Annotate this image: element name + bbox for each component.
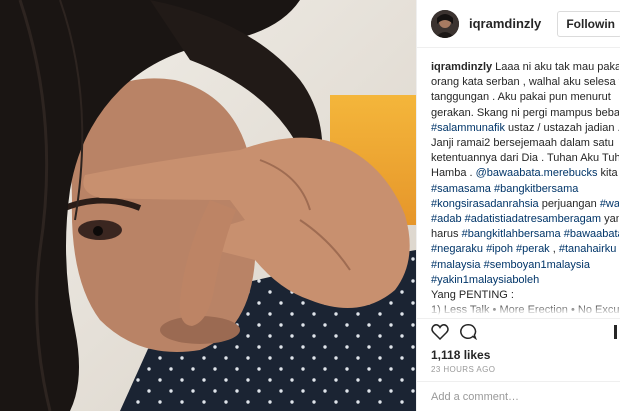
hashtag-link[interactable]: #perak bbox=[516, 243, 550, 255]
post-actions: 1,118 likes 23 HOURS AGO Add a comment… bbox=[417, 318, 620, 409]
caption-line: ketentuannya dari Dia . Tuhan Aku Tuhan bbox=[431, 151, 619, 166]
hashtag-link[interactable]: #kongsirasadanrahsia bbox=[431, 198, 539, 210]
caption-line: harus #bangkitlahbersama #bawaabata , bbox=[431, 227, 619, 242]
caption-line: #yakin1malaysiaboleh bbox=[431, 273, 619, 288]
caption-line: #negaraku #ipoh #perak , #tanahairku bbox=[431, 242, 619, 257]
comment-box[interactable]: Add a comment… bbox=[417, 381, 620, 412]
caption: iqramdinzly Laaa ni aku tak mau pakai oran… bbox=[431, 60, 619, 315]
caption-username[interactable]: iqramdinzly bbox=[431, 61, 492, 73]
caption-text: Laaa ni aku tak mau pakai bbox=[495, 61, 619, 73]
caption-line: iqramdinzly Laaa ni aku tak mau pakai bbox=[431, 60, 619, 75]
timestamp[interactable]: 23 HOURS AGO bbox=[431, 365, 495, 374]
hashtag-link[interactable]: #samasama bbox=[431, 183, 491, 195]
more-options-icon[interactable] bbox=[614, 325, 617, 339]
caption-text: perjuangan bbox=[538, 197, 600, 210]
photo-illustration bbox=[0, 0, 416, 411]
caption-text: Janji ramai2 bersejemaah dalam satu bbox=[431, 137, 614, 150]
hashtag-link[interactable]: #salammunafik bbox=[431, 122, 505, 134]
hashtag-link[interactable]: #tanahairku bbox=[559, 243, 617, 255]
post-photo[interactable] bbox=[0, 0, 416, 411]
hashtag-link[interactable]: #bangkitlahbersama bbox=[462, 228, 561, 240]
caption-line: #salammunafik ustaz / ustazah jadian . bbox=[431, 121, 619, 136]
caption-text: yang bbox=[604, 213, 619, 226]
comment-input[interactable]: Add a comment… bbox=[431, 391, 519, 403]
caption-line: #kongsirasadanrahsia perjuangan #warisan bbox=[431, 197, 619, 212]
caption-line: #malaysia #semboyan1malaysia bbox=[431, 258, 619, 273]
hashtag-link[interactable]: #bangkitbersama bbox=[494, 183, 578, 195]
caption-text: Hamba . bbox=[431, 167, 476, 180]
caption-text: orang kata serban , walhal aku selesa ta… bbox=[431, 76, 619, 89]
likes-count[interactable]: 1,118 likes bbox=[431, 348, 490, 362]
post-header: iqramdinzly Followin bbox=[417, 0, 620, 48]
caption-text: tanggungan . Aku pakai pun menurut bbox=[431, 91, 611, 104]
hashtag-link[interactable]: #negaraku bbox=[431, 243, 483, 255]
caption-line: Yang PENTING : bbox=[431, 288, 619, 303]
mention-link[interactable]: @bawaabata.merebucks bbox=[476, 167, 598, 179]
caption-line: gerakan. Skang ni pergi mampus beban , bbox=[431, 106, 619, 121]
hashtag-link[interactable]: #semboyan1malaysia bbox=[484, 259, 590, 271]
caption-line: orang kata serban , walhal aku selesa ta… bbox=[431, 75, 619, 90]
caption-text: ketentuannya dari Dia . Tuhan Aku Tuhan bbox=[431, 152, 619, 165]
hashtag-link[interactable]: #yakin1malaysiaboleh bbox=[431, 274, 539, 286]
heart-icon[interactable] bbox=[431, 323, 449, 345]
hashtag-link[interactable]: #adatistiadatresamberagam bbox=[465, 213, 601, 225]
caption-text: harus bbox=[431, 228, 462, 241]
caption-text: ustaz / ustazah jadian . bbox=[504, 121, 619, 134]
caption-line: #adab #adatistiadatresamberagam yang bbox=[431, 212, 619, 227]
hashtag-link[interactable]: #warisan bbox=[600, 198, 619, 210]
username[interactable]: iqramdinzly bbox=[469, 16, 541, 31]
avatar[interactable] bbox=[431, 9, 459, 38]
caption-line: #samasama #bangkitbersama bbox=[431, 182, 619, 197]
post-side-panel: iqramdinzly Followin iqramdinzly Laaa ni … bbox=[416, 0, 620, 411]
instagram-post: iqramdinzly Followin iqramdinzly Laaa ni … bbox=[0, 0, 620, 411]
caption-text: kita bbox=[597, 167, 618, 180]
caption-line: tanggungan . Aku pakai pun menurut bbox=[431, 90, 619, 105]
caption-line: Hamba . @bawaabata.merebucks kita bbox=[431, 166, 619, 181]
caption-text: , bbox=[549, 243, 559, 256]
hashtag-link[interactable]: #adab bbox=[431, 213, 462, 225]
hashtag-link[interactable]: #malaysia bbox=[431, 259, 481, 271]
hashtag-link[interactable]: #bawaabata bbox=[564, 228, 619, 240]
following-button[interactable]: Followin bbox=[557, 10, 620, 37]
comment-icon[interactable] bbox=[459, 323, 478, 345]
caption-text: Yang PENTING : bbox=[431, 289, 514, 302]
caption-text: gerakan. Skang ni pergi mampus beban , bbox=[431, 106, 619, 119]
caption-line: Janji ramai2 bersejemaah dalam satu bbox=[431, 136, 619, 151]
hashtag-link[interactable]: #ipoh bbox=[486, 243, 513, 255]
